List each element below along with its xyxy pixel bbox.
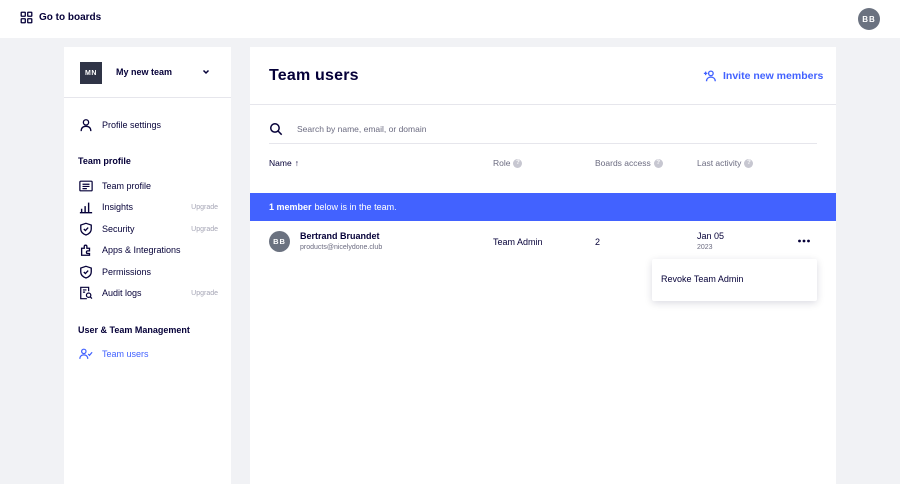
person-icon — [78, 117, 94, 133]
column-header-label: Role — [493, 158, 511, 168]
column-header-label: Last activity — [697, 158, 742, 168]
search-bar — [269, 115, 817, 143]
invite-members-button[interactable]: Invite new members — [703, 69, 823, 83]
page-title: Team users — [269, 67, 359, 84]
chevron-down-icon — [202, 69, 210, 75]
section-heading-team-profile: Team profile — [78, 156, 131, 166]
sidebar-item-audit-logs[interactable]: Audit logs Upgrade — [78, 285, 218, 301]
top-bar: Go to boards BB — [0, 0, 900, 38]
invite-label: Invite new members — [723, 70, 824, 82]
last-activity-date: Jan 05 — [697, 231, 725, 241]
sort-arrow-icon: ↑ — [294, 158, 299, 168]
sidebar-item-permissions[interactable]: Permissions — [78, 264, 218, 280]
upgrade-badge[interactable]: Upgrade — [191, 226, 218, 233]
sidebar-item-label: Security — [102, 224, 135, 234]
last-activity-year: 2023 — [697, 244, 713, 251]
sidebar-item-label: Audit logs — [102, 288, 142, 298]
sidebar: MN My new team Profile settings Team pro… — [64, 47, 231, 484]
team-name: My new team — [116, 67, 173, 77]
sidebar-item-security[interactable]: Security Upgrade — [78, 221, 218, 237]
avatar: BB — [269, 231, 290, 252]
sidebar-item-label: Team profile — [102, 181, 152, 191]
users-check-icon — [78, 346, 94, 362]
boards-access-count: 2 — [595, 237, 601, 247]
team-switcher[interactable]: MN My new team — [64, 47, 231, 98]
more-horizontal-icon — [798, 239, 810, 243]
team-avatar: MN — [80, 62, 102, 84]
table-row: BB Bertrand Bruandet products@nicelydone… — [250, 221, 836, 263]
document-search-icon — [78, 285, 94, 301]
search-input[interactable] — [297, 124, 777, 134]
sidebar-item-label: Permissions — [102, 267, 152, 277]
more-options-button[interactable] — [797, 234, 811, 248]
user-email: products@nicelydone.club — [300, 244, 383, 251]
row-context-menu: Revoke Team Admin — [652, 259, 817, 301]
section-heading-user-team-management: User & Team Management — [78, 325, 190, 335]
column-header-role: Role ? — [493, 158, 523, 168]
user-role: Team Admin — [493, 237, 543, 247]
upgrade-badge[interactable]: Upgrade — [191, 204, 218, 211]
go-to-boards-link[interactable]: Go to boards — [20, 11, 101, 24]
sidebar-item-profile-settings[interactable]: Profile settings — [78, 117, 218, 133]
info-icon[interactable]: ? — [744, 158, 754, 168]
shield-check-icon — [78, 264, 94, 280]
sidebar-item-apps-integrations[interactable]: Apps & Integrations — [78, 242, 218, 258]
user-avatar[interactable]: BB — [858, 8, 880, 30]
add-user-icon — [703, 70, 716, 82]
column-header-label: Name — [269, 158, 292, 168]
sidebar-item-label: Insights — [102, 202, 134, 212]
user-name: Bertrand Bruandet — [300, 231, 380, 241]
divider — [250, 104, 836, 105]
column-header-label: Boards access — [595, 158, 651, 168]
sidebar-item-label: Team users — [102, 349, 149, 359]
main-panel: Team users Invite new members Name ↑ Rol… — [250, 47, 836, 484]
sidebar-item-team-users[interactable]: Team users — [78, 346, 218, 362]
sidebar-item-label: Profile settings — [102, 120, 162, 130]
member-count-banner: 1 member below is in the team. — [250, 193, 836, 221]
divider — [269, 143, 817, 144]
puzzle-icon — [78, 242, 94, 258]
column-header-last-activity: Last activity ? — [697, 158, 754, 168]
go-to-boards-label: Go to boards — [39, 12, 102, 23]
column-header-boards-access: Boards access ? — [595, 158, 663, 168]
info-icon[interactable]: ? — [513, 158, 523, 168]
boards-grid-icon — [20, 11, 33, 24]
revoke-team-admin-menu-item[interactable]: Revoke Team Admin — [661, 274, 743, 284]
shield-check-icon — [78, 221, 94, 237]
upgrade-badge[interactable]: Upgrade — [191, 290, 218, 297]
info-icon[interactable]: ? — [653, 158, 663, 168]
column-header-name[interactable]: Name ↑ — [269, 158, 299, 168]
sidebar-item-team-profile[interactable]: Team profile — [78, 178, 218, 194]
search-icon — [270, 123, 283, 136]
bar-chart-icon — [78, 199, 94, 215]
sidebar-item-insights[interactable]: Insights Upgrade — [78, 199, 218, 215]
member-count: 1 member — [269, 202, 312, 212]
sidebar-item-label: Apps & Integrations — [102, 245, 181, 255]
member-count-text: below is in the team. — [314, 202, 397, 212]
id-card-icon — [78, 178, 94, 194]
